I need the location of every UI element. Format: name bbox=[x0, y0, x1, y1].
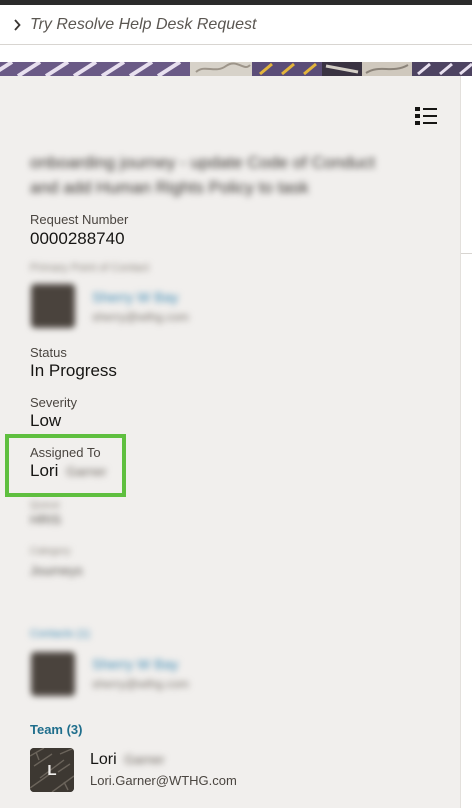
blurred-field-2-value: Journeys bbox=[30, 563, 83, 578]
primary-contact-avatar bbox=[31, 284, 75, 328]
team-heading[interactable]: Team (3) bbox=[30, 722, 83, 737]
team-member-initial: L bbox=[47, 761, 57, 779]
status-label: Status bbox=[30, 345, 67, 360]
breadcrumb-label[interactable]: Try Resolve Help Desk Request bbox=[30, 16, 256, 34]
request-title-line-2: and add Human Rights Policy to task bbox=[30, 178, 309, 197]
team-member-name[interactable]: Lori Garner bbox=[90, 751, 165, 769]
blurred-field-1-value: HRIS bbox=[30, 512, 62, 527]
status-value: In Progress bbox=[30, 361, 117, 380]
contact-email: sherry@wthg.com bbox=[92, 677, 189, 691]
divider bbox=[461, 253, 472, 254]
blurred-field-2-label: Category bbox=[30, 546, 71, 557]
primary-contact-label: Primary Point of Contact bbox=[30, 262, 150, 274]
team-member-avatar[interactable]: L bbox=[30, 748, 74, 792]
severity-label: Severity bbox=[30, 395, 77, 410]
request-title: onboarding journey - update Code of Cond… bbox=[30, 150, 400, 200]
blurred-field-1-label: Queue bbox=[30, 500, 61, 511]
assigned-to-highlight bbox=[5, 434, 126, 497]
contacts-heading: Contacts (1) bbox=[30, 628, 90, 640]
chevron-right-icon[interactable] bbox=[12, 18, 22, 31]
primary-contact-name[interactable]: Sherry W Bay bbox=[92, 289, 178, 305]
primary-contact-email: sherry@wthg.com bbox=[92, 310, 189, 324]
request-number-label: Request Number bbox=[30, 212, 129, 227]
right-pane-edge bbox=[460, 76, 472, 808]
contact-avatar bbox=[31, 652, 75, 696]
team-member-email: Lori.Garner@WTHG.com bbox=[90, 773, 237, 788]
request-title-line-1: onboarding journey - update Code of Cond… bbox=[30, 153, 375, 172]
contact-name[interactable]: Sherry W Bay bbox=[92, 656, 178, 672]
header-banner-image bbox=[0, 62, 472, 76]
team-member-first-name: Lori bbox=[90, 751, 117, 768]
severity-value: Low bbox=[30, 411, 62, 430]
request-number-value: 0000288740 bbox=[30, 229, 125, 248]
breadcrumb[interactable]: Try Resolve Help Desk Request bbox=[0, 5, 472, 45]
team-member-last-name: Garner bbox=[124, 752, 165, 767]
list-view-icon[interactable] bbox=[414, 106, 438, 126]
